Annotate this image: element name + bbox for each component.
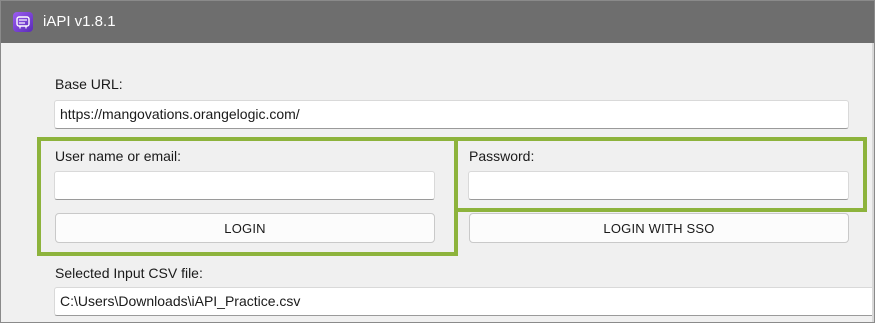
title-bar: iAPI v1.8.1 [1,1,874,43]
password-label: Password: [469,148,535,164]
csv-file-label: Selected Input CSV file: [55,265,203,281]
window-title: iAPI v1.8.1 [43,13,116,30]
password-input[interactable] [468,171,849,200]
csv-file-input[interactable]: C:\Users\Downloads\iAPI_Practice.csv [54,287,874,316]
sso-highlight-box [454,208,458,256]
base-url-input[interactable]: https://mangovations.orangelogic.com/ [54,100,849,129]
window-edge [872,43,874,322]
login-with-sso-button[interactable]: LOGIN WITH SSO [469,213,849,243]
username-label: User name or email: [55,148,182,164]
iapi-app-icon [13,12,33,32]
app-window: iAPI v1.8.1 Base URL: https://mangovatio… [0,0,875,323]
login-button[interactable]: LOGIN [55,213,435,243]
username-input[interactable] [54,171,435,200]
base-url-label: Base URL: [55,76,123,92]
